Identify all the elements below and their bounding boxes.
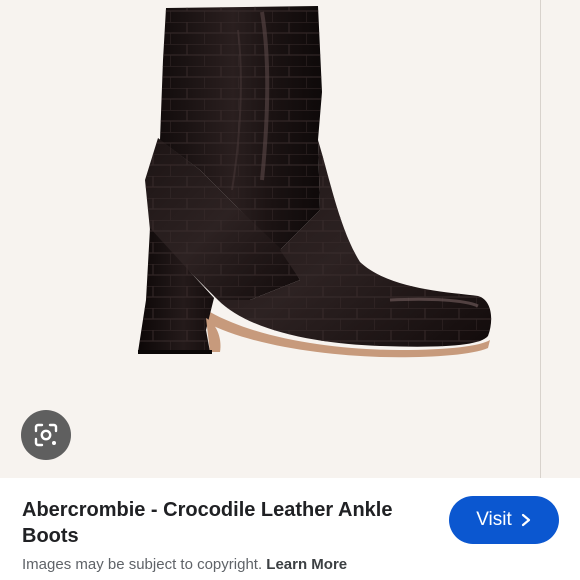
chevron-right-icon	[521, 513, 530, 527]
product-image[interactable]	[0, 0, 580, 478]
visit-button[interactable]: Visit	[449, 496, 559, 544]
lens-search-button[interactable]	[21, 410, 71, 460]
visit-label: Visit	[476, 509, 512, 530]
result-info-panel: Abercrombie - Crocodile Leather Ankle Bo…	[0, 478, 580, 580]
boot-image	[138, 6, 492, 358]
lens-camera-icon	[34, 423, 58, 447]
copyright-notice: Images may be subject to copyright. Lear…	[22, 556, 347, 573]
image-result-page: Abercrombie - Crocodile Leather Ankle Bo…	[0, 0, 580, 580]
result-title[interactable]: Abercrombie - Crocodile Leather Ankle Bo…	[22, 497, 434, 549]
copyright-text: Images may be subject to copyright.	[22, 556, 267, 573]
divider-line	[540, 0, 541, 478]
learn-more-link[interactable]: Learn More	[266, 556, 347, 573]
